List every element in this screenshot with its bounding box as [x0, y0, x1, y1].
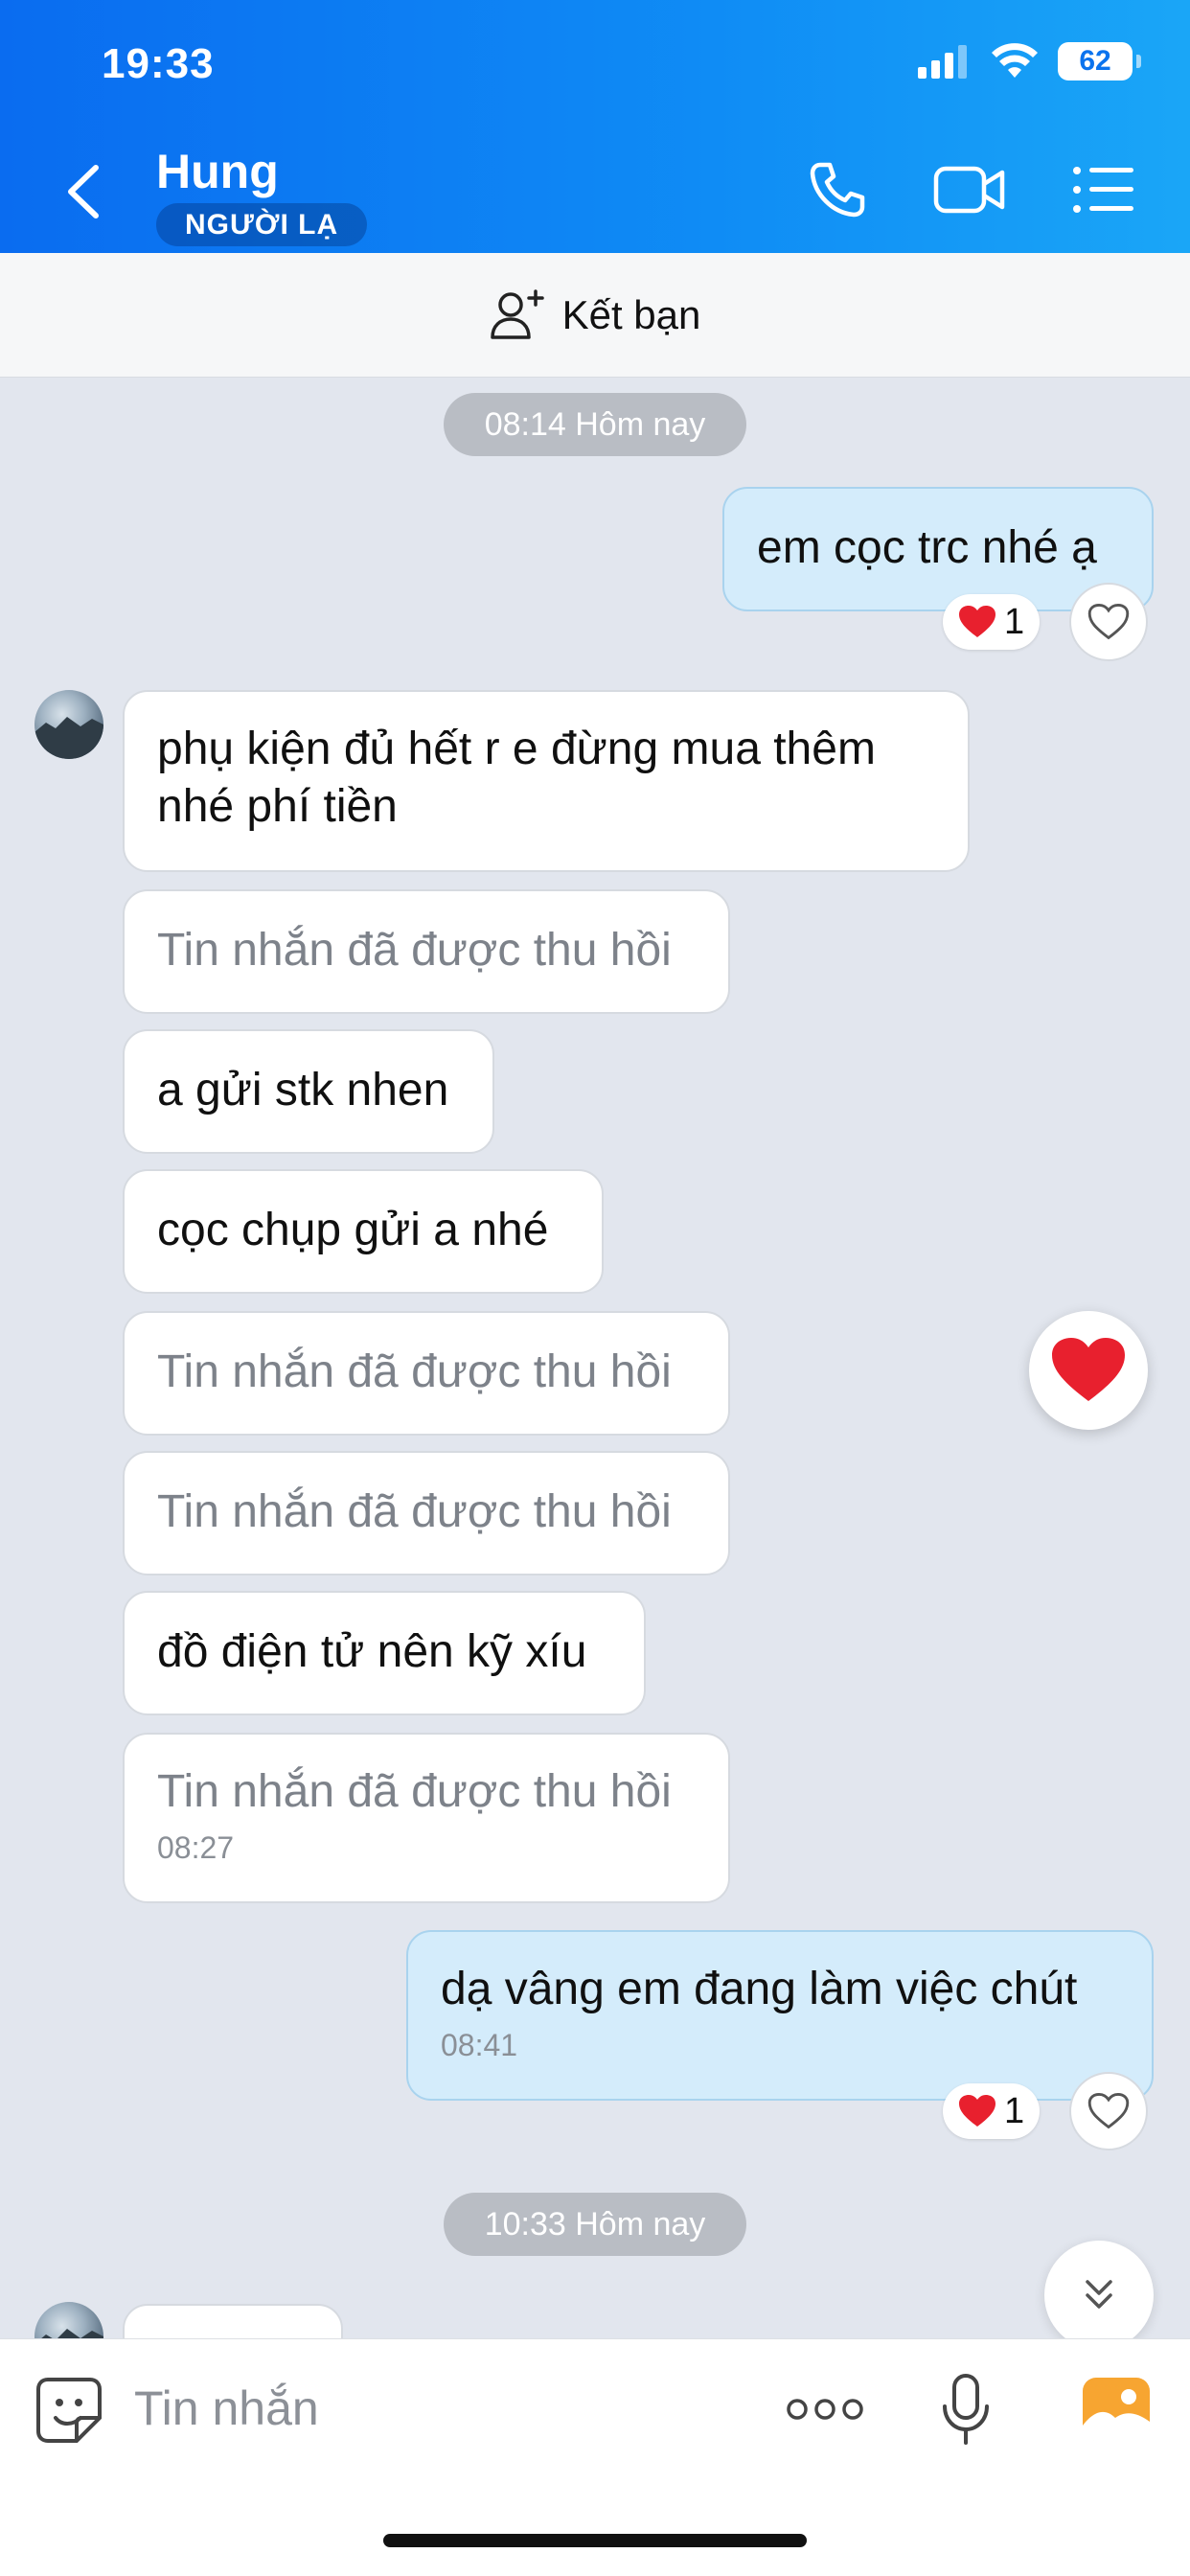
sender-avatar[interactable] [34, 2302, 103, 2338]
message-text: đồ điện tử nên kỹ xíu [157, 1626, 587, 1677]
battery-indicator: 62 [1058, 42, 1141, 80]
sticker-icon [36, 2378, 102, 2443]
message-bubble-incoming[interactable]: cọc chụp gửi a nhé [123, 1169, 604, 1294]
message-text: dạ vâng em đang làm việc chút [441, 1964, 1078, 2014]
add-friend-label: Kết bạn [561, 291, 701, 337]
stranger-badge: NGƯỜI LẠ [156, 203, 368, 246]
list-menu-icon [1073, 167, 1133, 213]
message-text: Tin nhắn đã được thu hồi [157, 1766, 672, 1817]
date-separator: 10:33 Hôm nay [444, 2193, 746, 2256]
heart-icon [959, 2095, 995, 2127]
message-text: phụ kiện đủ hết r e đừng mua thêm [157, 724, 876, 774]
message-time: 08:27 [157, 1830, 235, 1865]
message-bubble-incoming[interactable]: phụ kiện đủ hết r e đừng mua thêm nhé ph… [123, 690, 970, 872]
heart-outline-icon [1087, 603, 1130, 640]
recalled-message[interactable]: Tin nhắn đã được thu hồi [123, 1311, 730, 1436]
recalled-message[interactable]: Tin nhắn đã được thu hồi 08:27 [123, 1733, 730, 1903]
scroll-to-bottom-button[interactable] [1044, 2241, 1154, 2338]
quick-heart-reaction[interactable] [1029, 1311, 1148, 1430]
heart-outline-icon [1087, 2092, 1130, 2129]
voice-message-button[interactable] [941, 2374, 991, 2451]
contact-name[interactable]: Hung [156, 144, 279, 199]
message-input[interactable]: Tin nhắn [134, 2341, 319, 2475]
message-bubble-incoming[interactable]: a gửi stk nhen [123, 1029, 494, 1154]
phone-icon [810, 162, 865, 218]
message-bubble-incoming[interactable]: đồ điện tử nên kỹ xíu [123, 1591, 646, 1715]
sticker-button[interactable] [34, 2376, 103, 2450]
message-bubble-outgoing[interactable]: dạ vâng em đang làm việc chút 08:41 [406, 1930, 1154, 2101]
status-icons: 62 [918, 42, 1141, 80]
video-camera-icon [933, 166, 1005, 214]
back-button[interactable] [59, 158, 107, 225]
double-chevron-down-icon [1086, 2280, 1112, 2309]
image-picker-button[interactable] [1081, 2376, 1152, 2448]
recalled-message[interactable]: Tin nhắn đã được thu hồi [123, 1451, 730, 1576]
wifi-icon [992, 43, 1038, 78]
date-separator: 08:14 Hôm nay [444, 393, 746, 456]
heart-icon [1052, 1338, 1125, 1401]
microphone-icon [943, 2374, 989, 2445]
message-text: Tin nhắn đã được thu hồi [157, 1486, 672, 1537]
reaction-summary[interactable]: 1 [943, 2083, 1041, 2139]
react-button[interactable] [1069, 2072, 1148, 2150]
message-list[interactable]: 08:14 Hôm nay em cọc trc nhé ạ 1 phụ kiệ… [0, 378, 1190, 2338]
heart-icon [959, 606, 995, 637]
reaction-summary[interactable]: 1 [943, 594, 1041, 650]
message-text: a gửi stk nhen [157, 1065, 449, 1116]
signal-icon [918, 45, 967, 79]
add-friend-bar[interactable]: Kết bạn [0, 253, 1190, 378]
message-bubble-incoming[interactable] [123, 2304, 343, 2338]
reaction-count: 1 [1004, 601, 1025, 642]
home-indicator [383, 2534, 807, 2547]
recalled-message[interactable]: Tin nhắn đã được thu hồi [123, 889, 730, 1014]
video-call-button[interactable] [931, 153, 1008, 226]
add-user-icon [490, 288, 544, 339]
message-time: 08:41 [441, 2028, 518, 2062]
menu-button[interactable] [1065, 153, 1142, 226]
more-options-button[interactable] [786, 2395, 864, 2428]
react-button[interactable] [1069, 583, 1148, 661]
chevron-left-icon [68, 165, 99, 218]
photo-icon [1083, 2378, 1150, 2441]
sender-avatar[interactable] [34, 690, 103, 759]
reaction-count: 1 [1004, 2090, 1025, 2131]
voice-call-button[interactable] [799, 153, 876, 226]
more-dots-icon [787, 2399, 863, 2420]
message-text: Tin nhắn đã được thu hồi [157, 925, 672, 976]
message-text: nhé phí tiền [157, 781, 398, 832]
status-time: 19:33 [102, 40, 215, 87]
message-text: cọc chụp gửi a nhé [157, 1205, 549, 1255]
message-text: em cọc trc nhé ạ [757, 522, 1097, 573]
message-text: Tin nhắn đã được thu hồi [157, 1346, 672, 1397]
chat-header: 19:33 62 Hung NGƯỜI LẠ [0, 0, 1190, 253]
